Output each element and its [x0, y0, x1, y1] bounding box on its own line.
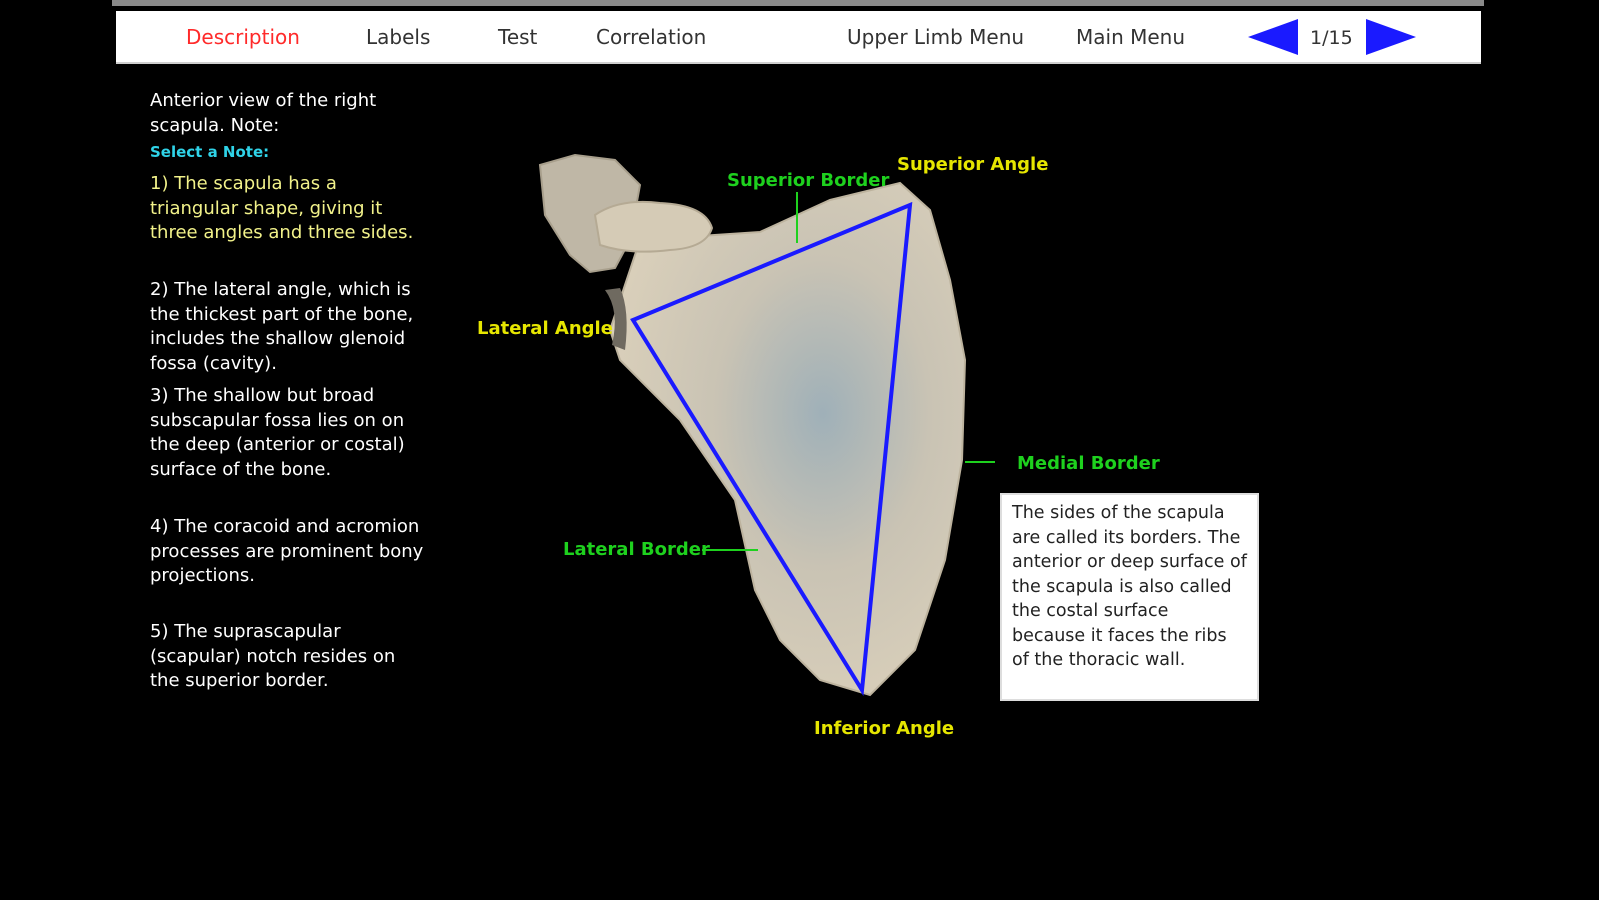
info-box: The sides of the scapula are called its …	[1000, 493, 1259, 701]
label-superior-border[interactable]: Superior Border	[727, 170, 889, 191]
label-inferior-angle[interactable]: Inferior Angle	[814, 718, 954, 739]
label-medial-border[interactable]: Medial Border	[1017, 453, 1160, 474]
label-superior-angle[interactable]: Superior Angle	[897, 154, 1048, 175]
label-lateral-angle[interactable]: Lateral Angle	[477, 318, 613, 339]
scapula-illustration	[538, 153, 995, 697]
scapula-body	[608, 181, 967, 697]
coracoid-process	[593, 200, 714, 253]
label-lateral-border[interactable]: Lateral Border	[563, 539, 710, 560]
